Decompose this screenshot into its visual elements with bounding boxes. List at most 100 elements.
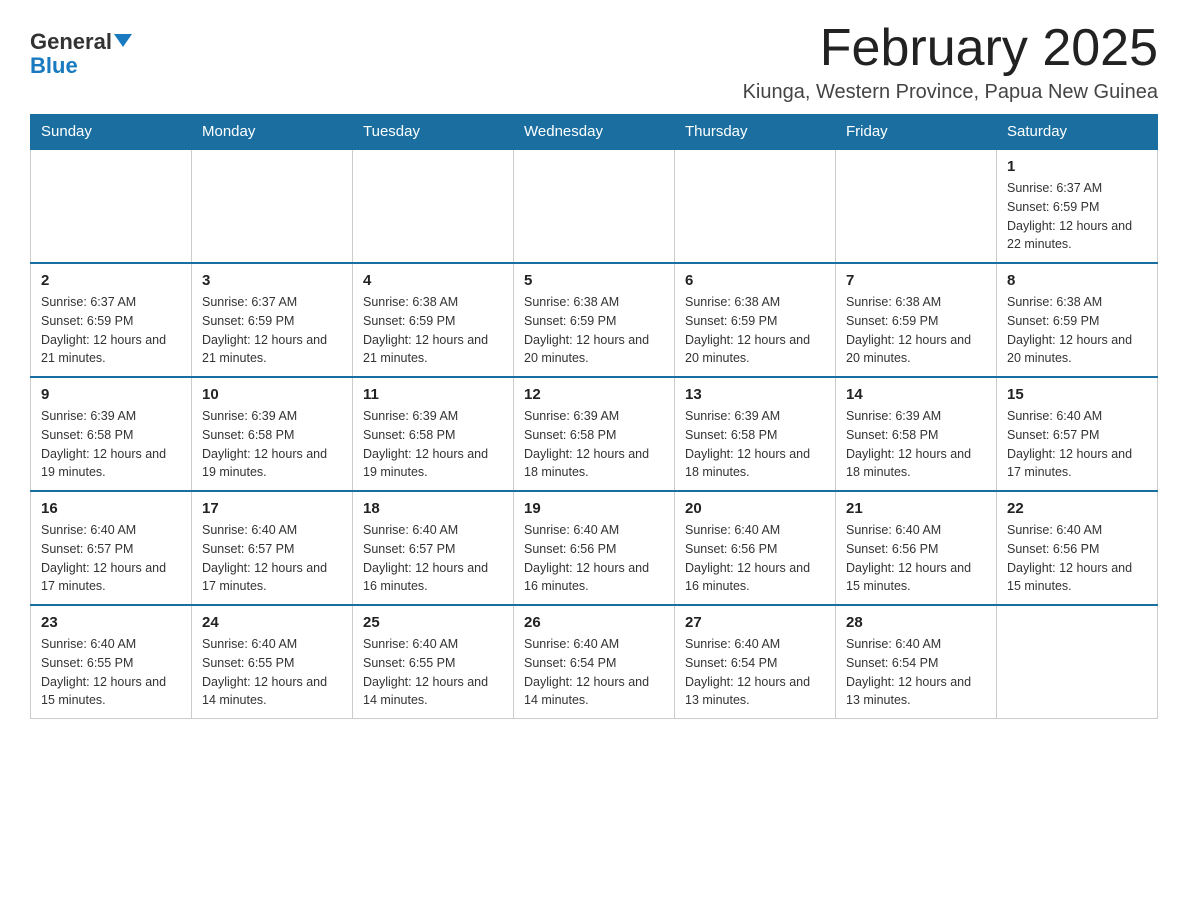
calendar-week-5: 23 Sunrise: 6:40 AMSunset: 6:55 PMDayligh… bbox=[31, 605, 1158, 719]
day-number: 22 bbox=[1007, 500, 1147, 517]
day-info: Sunrise: 6:40 AMSunset: 6:56 PMDaylight:… bbox=[524, 521, 664, 596]
logo-blue: Blue bbox=[30, 54, 78, 78]
calendar-week-2: 2 Sunrise: 6:37 AMSunset: 6:59 PMDaylight… bbox=[31, 263, 1158, 377]
col-tuesday: Tuesday bbox=[353, 115, 514, 150]
day-info: Sunrise: 6:40 AMSunset: 6:57 PMDaylight:… bbox=[1007, 407, 1147, 482]
table-row: 6Sunrise: 6:38 AMSunset: 6:59 PMDaylight… bbox=[675, 263, 836, 377]
col-friday: Friday bbox=[836, 115, 997, 150]
table-row: 7Sunrise: 6:38 AMSunset: 6:59 PMDaylight… bbox=[836, 263, 997, 377]
table-row: 27 Sunrise: 6:40 AMSunset: 6:54 PMDayligh… bbox=[675, 605, 836, 719]
calendar-week-3: 9 Sunrise: 6:39 AMSunset: 6:58 PMDaylight… bbox=[31, 377, 1158, 491]
day-number: 7 bbox=[846, 272, 986, 289]
location-title: Kiunga, Western Province, Papua New Guin… bbox=[743, 81, 1158, 104]
table-row: 22 Sunrise: 6:40 AMSunset: 6:56 PMDayligh… bbox=[997, 491, 1158, 605]
table-row: 23 Sunrise: 6:40 AMSunset: 6:55 PMDayligh… bbox=[31, 605, 192, 719]
day-info: Sunrise: 6:40 AMSunset: 6:55 PMDaylight:… bbox=[363, 635, 503, 710]
table-row: 20 Sunrise: 6:40 AMSunset: 6:56 PMDayligh… bbox=[675, 491, 836, 605]
day-number: 19 bbox=[524, 500, 664, 517]
title-area: February 2025 Kiunga, Western Province, … bbox=[743, 20, 1158, 104]
day-info: Sunrise: 6:37 AMSunset: 6:59 PMDaylight:… bbox=[1007, 179, 1147, 254]
table-row: 28 Sunrise: 6:40 AMSunset: 6:54 PMDayligh… bbox=[836, 605, 997, 719]
table-row: 18 Sunrise: 6:40 AMSunset: 6:57 PMDayligh… bbox=[353, 491, 514, 605]
table-row: 16 Sunrise: 6:40 AMSunset: 6:57 PMDayligh… bbox=[31, 491, 192, 605]
calendar-week-4: 16 Sunrise: 6:40 AMSunset: 6:57 PMDayligh… bbox=[31, 491, 1158, 605]
table-row: 13 Sunrise: 6:39 AMSunset: 6:58 PMDayligh… bbox=[675, 377, 836, 491]
day-info: Sunrise: 6:40 AMSunset: 6:55 PMDaylight:… bbox=[41, 635, 181, 710]
table-row: 11Sunrise: 6:39 AMSunset: 6:58 PMDayligh… bbox=[353, 377, 514, 491]
table-row: 10 Sunrise: 6:39 AMSunset: 6:58 PMDayligh… bbox=[192, 377, 353, 491]
table-row bbox=[997, 605, 1158, 719]
day-number: 20 bbox=[685, 500, 825, 517]
table-row: 2 Sunrise: 6:37 AMSunset: 6:59 PMDaylight… bbox=[31, 263, 192, 377]
month-title: February 2025 bbox=[743, 20, 1158, 77]
logo-triangle-icon bbox=[114, 34, 132, 47]
day-number: 9 bbox=[41, 386, 181, 403]
day-info: Sunrise: 6:40 AMSunset: 6:57 PMDaylight:… bbox=[363, 521, 503, 596]
col-wednesday: Wednesday bbox=[514, 115, 675, 150]
table-row: 26 Sunrise: 6:40 AMSunset: 6:54 PMDayligh… bbox=[514, 605, 675, 719]
day-info: Sunrise: 6:40 AMSunset: 6:54 PMDaylight:… bbox=[685, 635, 825, 710]
table-row: 15 Sunrise: 6:40 AMSunset: 6:57 PMDayligh… bbox=[997, 377, 1158, 491]
table-row bbox=[353, 149, 514, 263]
day-info: Sunrise: 6:38 AMSunset: 6:59 PMDaylight:… bbox=[1007, 293, 1147, 368]
day-number: 4 bbox=[363, 272, 503, 289]
day-info: Sunrise: 6:39 AMSunset: 6:58 PMDaylight:… bbox=[41, 407, 181, 482]
table-row: 3 Sunrise: 6:37 AMSunset: 6:59 PMDaylight… bbox=[192, 263, 353, 377]
day-info: Sunrise: 6:40 AMSunset: 6:56 PMDaylight:… bbox=[685, 521, 825, 596]
table-row: 14Sunrise: 6:39 AMSunset: 6:58 PMDayligh… bbox=[836, 377, 997, 491]
day-number: 2 bbox=[41, 272, 181, 289]
table-row bbox=[31, 149, 192, 263]
table-row: 12Sunrise: 6:39 AMSunset: 6:58 PMDayligh… bbox=[514, 377, 675, 491]
day-number: 18 bbox=[363, 500, 503, 517]
day-number: 3 bbox=[202, 272, 342, 289]
day-info: Sunrise: 6:40 AMSunset: 6:54 PMDaylight:… bbox=[524, 635, 664, 710]
day-info: Sunrise: 6:40 AMSunset: 6:56 PMDaylight:… bbox=[1007, 521, 1147, 596]
calendar-table: Sunday Monday Tuesday Wednesday Thursday… bbox=[30, 114, 1158, 719]
day-info: Sunrise: 6:37 AMSunset: 6:59 PMDaylight:… bbox=[41, 293, 181, 368]
day-info: Sunrise: 6:40 AMSunset: 6:55 PMDaylight:… bbox=[202, 635, 342, 710]
day-info: Sunrise: 6:38 AMSunset: 6:59 PMDaylight:… bbox=[524, 293, 664, 368]
table-row bbox=[192, 149, 353, 263]
day-number: 1 bbox=[1007, 158, 1147, 175]
logo: General Blue bbox=[30, 20, 132, 78]
day-info: Sunrise: 6:38 AMSunset: 6:59 PMDaylight:… bbox=[363, 293, 503, 368]
table-row: 4 Sunrise: 6:38 AMSunset: 6:59 PMDaylight… bbox=[353, 263, 514, 377]
calendar-week-1: 1 Sunrise: 6:37 AMSunset: 6:59 PMDaylight… bbox=[31, 149, 1158, 263]
day-number: 28 bbox=[846, 614, 986, 631]
col-thursday: Thursday bbox=[675, 115, 836, 150]
table-row: 1 Sunrise: 6:37 AMSunset: 6:59 PMDaylight… bbox=[997, 149, 1158, 263]
table-row bbox=[675, 149, 836, 263]
table-row: 25 Sunrise: 6:40 AMSunset: 6:55 PMDayligh… bbox=[353, 605, 514, 719]
calendar-header-row: Sunday Monday Tuesday Wednesday Thursday… bbox=[31, 115, 1158, 150]
col-monday: Monday bbox=[192, 115, 353, 150]
day-number: 27 bbox=[685, 614, 825, 631]
day-info: Sunrise: 6:39 AMSunset: 6:58 PMDaylight:… bbox=[202, 407, 342, 482]
table-row: 9 Sunrise: 6:39 AMSunset: 6:58 PMDaylight… bbox=[31, 377, 192, 491]
day-number: 15 bbox=[1007, 386, 1147, 403]
day-info: Sunrise: 6:39 AMSunset: 6:58 PMDaylight:… bbox=[524, 407, 664, 482]
day-info: Sunrise: 6:40 AMSunset: 6:56 PMDaylight:… bbox=[846, 521, 986, 596]
table-row: 17 Sunrise: 6:40 AMSunset: 6:57 PMDayligh… bbox=[192, 491, 353, 605]
day-info: Sunrise: 6:37 AMSunset: 6:59 PMDaylight:… bbox=[202, 293, 342, 368]
table-row bbox=[836, 149, 997, 263]
table-row: 5 Sunrise: 6:38 AMSunset: 6:59 PMDaylight… bbox=[514, 263, 675, 377]
day-number: 26 bbox=[524, 614, 664, 631]
day-number: 13 bbox=[685, 386, 825, 403]
table-row bbox=[514, 149, 675, 263]
logo-general: General bbox=[30, 30, 112, 54]
day-number: 24 bbox=[202, 614, 342, 631]
day-number: 17 bbox=[202, 500, 342, 517]
day-number: 10 bbox=[202, 386, 342, 403]
day-number: 14 bbox=[846, 386, 986, 403]
day-number: 11 bbox=[363, 386, 503, 403]
col-saturday: Saturday bbox=[997, 115, 1158, 150]
day-info: Sunrise: 6:40 AMSunset: 6:54 PMDaylight:… bbox=[846, 635, 986, 710]
day-info: Sunrise: 6:40 AMSunset: 6:57 PMDaylight:… bbox=[41, 521, 181, 596]
day-info: Sunrise: 6:39 AMSunset: 6:58 PMDaylight:… bbox=[685, 407, 825, 482]
day-number: 23 bbox=[41, 614, 181, 631]
day-info: Sunrise: 6:40 AMSunset: 6:57 PMDaylight:… bbox=[202, 521, 342, 596]
col-sunday: Sunday bbox=[31, 115, 192, 150]
day-number: 25 bbox=[363, 614, 503, 631]
day-number: 16 bbox=[41, 500, 181, 517]
day-number: 5 bbox=[524, 272, 664, 289]
